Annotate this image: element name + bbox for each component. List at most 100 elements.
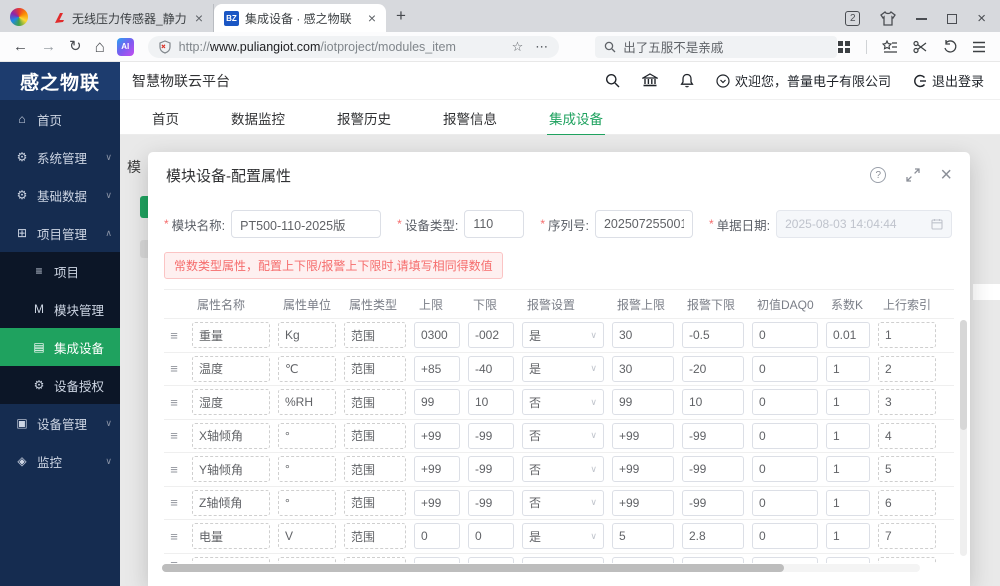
help-icon[interactable]: ? xyxy=(870,167,887,183)
uplink-index-input[interactable] xyxy=(878,422,936,449)
sidebar-item-project[interactable]: ≡ 项目 xyxy=(0,252,120,290)
favorites-list-icon[interactable] xyxy=(882,39,898,54)
alarm-upper-input[interactable] xyxy=(612,322,674,349)
attr-unit-input[interactable] xyxy=(278,389,336,416)
upper-limit-input[interactable] xyxy=(414,389,460,416)
attr-type-input[interactable] xyxy=(344,322,406,349)
init-daq0-input[interactable] xyxy=(752,389,818,416)
init-daq0-input[interactable] xyxy=(752,489,818,516)
attr-name-input[interactable] xyxy=(192,355,270,382)
serial-no-input[interactable] xyxy=(594,210,693,238)
maximize-button[interactable] xyxy=(947,13,958,24)
drag-handle-icon[interactable]: ≡ xyxy=(164,495,184,510)
ai-assistant-icon[interactable]: AI xyxy=(116,37,134,56)
home-button[interactable]: ⌂ xyxy=(95,38,105,55)
sidebar-item-device-mgmt[interactable]: ▣ 设备管理 ∨ xyxy=(0,404,120,442)
alarm-upper-input[interactable] xyxy=(612,389,674,416)
bell-icon[interactable] xyxy=(680,73,694,88)
drag-handle-icon[interactable]: ≡ xyxy=(164,428,184,443)
init-daq0-input[interactable] xyxy=(752,456,818,483)
undo-history-icon[interactable] xyxy=(943,39,957,54)
bookmark-star-icon[interactable]: ☆ xyxy=(512,39,524,55)
attr-name-input[interactable] xyxy=(192,389,270,416)
new-tab-button[interactable]: + xyxy=(396,6,406,26)
browser-logo-icon[interactable] xyxy=(10,8,28,26)
attr-unit-input[interactable] xyxy=(278,322,336,349)
attr-name-input[interactable] xyxy=(192,489,270,516)
alarm-upper-input[interactable] xyxy=(612,556,674,563)
init-daq0-input[interactable] xyxy=(752,556,818,563)
coeff-k-input[interactable] xyxy=(826,456,870,483)
welcome-user[interactable]: 欢迎您，普量电子有限公司 xyxy=(716,71,891,90)
tab-home[interactable]: 首页 xyxy=(150,100,181,134)
screenshot-scissors-icon[interactable] xyxy=(913,40,928,54)
tab-data-monitor[interactable]: 数据监控 xyxy=(229,100,287,134)
alarm-setting-select[interactable]: 否 ∨ xyxy=(522,422,604,449)
sidebar-item-module-mgmt[interactable]: M 模块管理 xyxy=(0,290,120,328)
site-security-shield-icon[interactable] xyxy=(158,39,172,54)
sidebar-item-home[interactable]: ⌂ 首页 xyxy=(0,100,120,138)
uplink-index-input[interactable] xyxy=(878,355,936,382)
alarm-lower-input[interactable] xyxy=(682,556,744,563)
attr-unit-input[interactable] xyxy=(278,355,336,382)
attr-name-input[interactable] xyxy=(192,322,270,349)
menu-icon[interactable] xyxy=(972,41,986,53)
uplink-index-input[interactable] xyxy=(878,322,936,349)
lower-limit-input[interactable] xyxy=(468,556,514,563)
coeff-k-input[interactable] xyxy=(826,556,870,563)
module-name-input[interactable] xyxy=(231,210,382,238)
browser-tab-1[interactable]: 无线压力传感器_静力水准仪_ × xyxy=(42,4,214,32)
coeff-k-input[interactable] xyxy=(826,322,870,349)
minimize-button[interactable] xyxy=(916,17,928,20)
drag-handle-icon[interactable]: ≡ xyxy=(164,557,184,563)
attr-unit-input[interactable] xyxy=(278,523,336,550)
uplink-index-input[interactable] xyxy=(878,489,936,516)
alarm-upper-input[interactable] xyxy=(612,489,674,516)
drag-handle-icon[interactable]: ≡ xyxy=(164,361,184,376)
alarm-upper-input[interactable] xyxy=(612,456,674,483)
fullscreen-icon[interactable] xyxy=(906,168,920,182)
lower-limit-input[interactable] xyxy=(468,355,514,382)
sidebar-item-system[interactable]: ⚙ 系统管理 ∨ xyxy=(0,138,120,176)
attr-name-input[interactable] xyxy=(192,556,270,563)
attr-type-input[interactable] xyxy=(344,489,406,516)
attr-type-input[interactable] xyxy=(344,422,406,449)
attr-unit-input[interactable] xyxy=(278,456,336,483)
alarm-setting-select[interactable]: 是 ∨ xyxy=(522,355,604,382)
coeff-k-input[interactable] xyxy=(826,489,870,516)
window-close-button[interactable]: × xyxy=(977,11,986,26)
alarm-lower-input[interactable] xyxy=(682,422,744,449)
attr-type-input[interactable] xyxy=(344,355,406,382)
alarm-upper-input[interactable] xyxy=(612,523,674,550)
sidebar-item-device-auth[interactable]: ⚙ 设备授权 xyxy=(0,366,120,404)
lower-limit-input[interactable] xyxy=(468,489,514,516)
forward-button[interactable]: → xyxy=(41,39,56,54)
tab-integrated-device[interactable]: 集成设备 xyxy=(547,100,605,136)
init-daq0-input[interactable] xyxy=(752,322,818,349)
alarm-lower-input[interactable] xyxy=(682,389,744,416)
lower-limit-input[interactable] xyxy=(468,422,514,449)
lower-limit-input[interactable] xyxy=(468,523,514,550)
alarm-upper-input[interactable] xyxy=(612,355,674,382)
alarm-setting-select[interactable]: ∨ xyxy=(522,556,604,563)
upper-limit-input[interactable] xyxy=(414,355,460,382)
browser-tab-2[interactable]: BZ 集成设备 · 感之物联 × xyxy=(214,4,386,32)
upper-limit-input[interactable] xyxy=(414,456,460,483)
vertical-scrollbar[interactable] xyxy=(960,320,967,556)
address-bar[interactable]: http://www.puliangiot.com/iotproject/mod… xyxy=(147,35,560,58)
drag-handle-icon[interactable]: ≡ xyxy=(164,462,184,477)
alarm-lower-input[interactable] xyxy=(682,355,744,382)
upper-limit-input[interactable] xyxy=(414,422,460,449)
alarm-lower-input[interactable] xyxy=(682,489,744,516)
uplink-index-input[interactable] xyxy=(878,389,936,416)
attr-name-input[interactable] xyxy=(192,456,270,483)
close-icon[interactable]: × xyxy=(940,165,952,185)
upper-limit-input[interactable] xyxy=(414,322,460,349)
search-box[interactable]: 出了五服不是亲戚 xyxy=(595,35,837,58)
uplink-index-input[interactable] xyxy=(878,456,936,483)
attr-name-input[interactable] xyxy=(192,523,270,550)
horizontal-scrollbar[interactable] xyxy=(162,564,920,572)
tab-alarm-info[interactable]: 报警信息 xyxy=(441,100,499,134)
init-daq0-input[interactable] xyxy=(752,523,818,550)
tab-count-badge[interactable]: 2 xyxy=(845,11,861,26)
